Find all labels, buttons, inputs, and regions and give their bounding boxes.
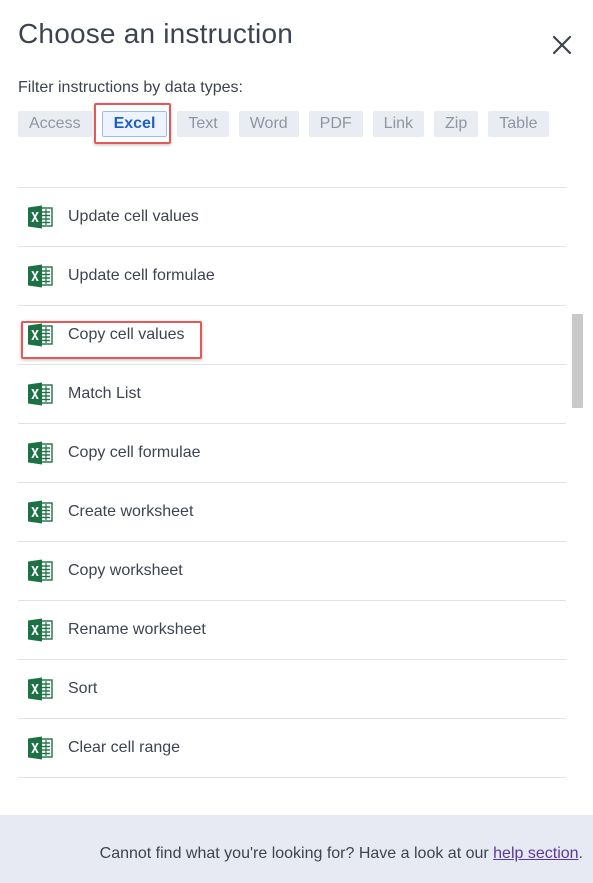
instruction-item[interactable]: Match List bbox=[18, 365, 566, 424]
filter-chip-table[interactable]: Table bbox=[488, 111, 549, 137]
instruction-label: Copy cell formulae bbox=[68, 444, 201, 461]
dialog-title: Choose an instruction bbox=[18, 18, 294, 49]
excel-icon bbox=[28, 382, 53, 406]
footer-text: Cannot find what you're looking for? Hav… bbox=[100, 845, 583, 863]
excel-icon bbox=[28, 500, 53, 524]
excel-icon bbox=[28, 264, 53, 288]
instruction-label: Create worksheet bbox=[68, 503, 194, 520]
excel-icon bbox=[28, 736, 53, 760]
instruction-item[interactable]: Update cell formulae bbox=[18, 247, 566, 306]
instruction-item[interactable]: Copy cell formulae bbox=[18, 424, 566, 483]
instruction-label: Copy cell values bbox=[68, 326, 185, 343]
instruction-label: Copy worksheet bbox=[68, 562, 183, 579]
excel-icon bbox=[28, 618, 53, 642]
filter-chip-link[interactable]: Link bbox=[372, 111, 425, 137]
filter-chip-access[interactable]: Access bbox=[18, 111, 92, 137]
filter-chips: Access Excel Text Word PDF Link Zip Table bbox=[18, 111, 549, 137]
excel-icon bbox=[28, 323, 53, 347]
instruction-label: Clear cell range bbox=[68, 739, 181, 756]
filter-chip-excel[interactable]: Excel bbox=[101, 111, 168, 137]
filter-chip-text[interactable]: Text bbox=[177, 111, 229, 137]
close-icon[interactable] bbox=[550, 33, 574, 57]
instruction-label: Match List bbox=[68, 385, 141, 402]
footer: Cannot find what you're looking for? Hav… bbox=[0, 815, 593, 883]
instruction-item[interactable]: Copy cell values bbox=[18, 306, 566, 365]
instruction-item[interactable]: Create worksheet bbox=[18, 483, 566, 542]
footer-suffix: . bbox=[578, 845, 583, 862]
instruction-label: Update cell formulae bbox=[68, 267, 215, 284]
help-section-link[interactable]: help section bbox=[493, 845, 578, 862]
filter-chip-pdf[interactable]: PDF bbox=[308, 111, 363, 137]
instruction-label: Sort bbox=[68, 680, 98, 697]
filter-label: Filter instructions by data types: bbox=[18, 79, 243, 96]
filter-chip-word[interactable]: Word bbox=[238, 111, 299, 137]
choose-instruction-dialog: Choose an instruction Filter instruction… bbox=[0, 0, 593, 883]
instruction-list: Update cell values Update cell formulae Co… bbox=[18, 187, 566, 778]
instruction-item[interactable]: Clear cell range bbox=[18, 719, 566, 778]
scrollbar-thumb[interactable] bbox=[572, 314, 583, 408]
instruction-item[interactable]: Sort bbox=[18, 660, 566, 719]
instruction-item[interactable]: Update cell values bbox=[18, 188, 566, 247]
instruction-item[interactable]: Rename worksheet bbox=[18, 601, 566, 660]
instruction-item[interactable]: Copy worksheet bbox=[18, 542, 566, 601]
excel-icon bbox=[28, 677, 53, 701]
filter-chip-zip[interactable]: Zip bbox=[434, 111, 479, 137]
footer-message: Cannot find what you're looking for? Hav… bbox=[99, 845, 494, 862]
excel-icon bbox=[28, 205, 53, 229]
excel-icon bbox=[28, 441, 53, 465]
instruction-label: Rename worksheet bbox=[68, 621, 206, 638]
excel-icon bbox=[28, 559, 53, 583]
instruction-label: Update cell values bbox=[68, 208, 199, 225]
